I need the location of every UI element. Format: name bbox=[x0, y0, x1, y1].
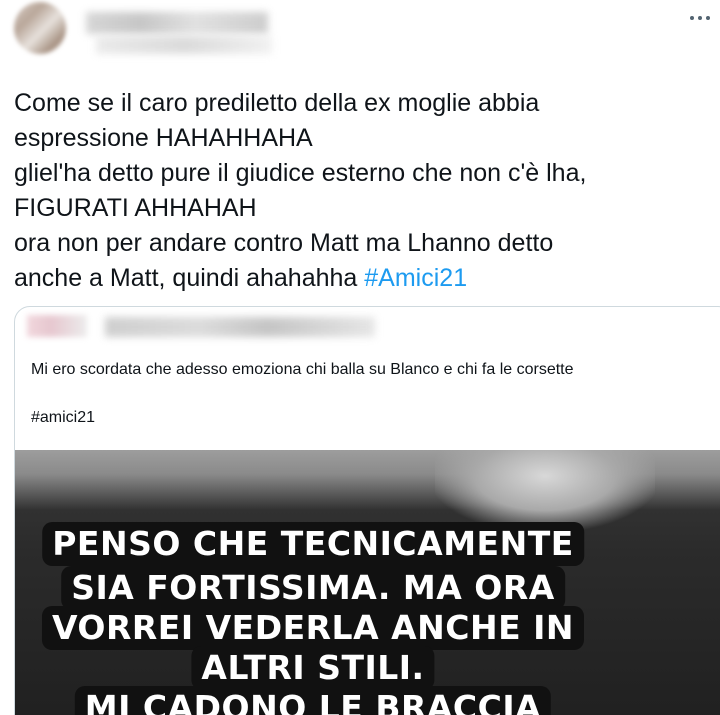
caption-line: ALTRI STILI. bbox=[191, 646, 435, 690]
quoted-tweet-image[interactable]: PENSO CHE TECNICAMENTE SIA FORTISSIMA. M… bbox=[15, 450, 720, 715]
quoted-tweet-header bbox=[15, 307, 720, 347]
tweet-text-line: anche a Matt, quindi ahahahha bbox=[14, 264, 365, 292]
caption-line: MI CADONO LE BRACCIA bbox=[74, 686, 552, 715]
quoted-author-avatar-redacted bbox=[27, 315, 87, 337]
more-horizontal-icon[interactable] bbox=[688, 6, 712, 30]
quoted-tweet-card[interactable]: Mi ero scordata che adesso emoziona chi … bbox=[14, 306, 720, 715]
caption-line: SIA FORTISSIMA. MA ORA bbox=[61, 566, 565, 610]
tweet-text-line: FIGURATI AHHAHAH bbox=[14, 194, 257, 222]
tweet-text-line: espressione HAHAHHAHA bbox=[14, 124, 313, 152]
tweet-header bbox=[0, 0, 720, 64]
author-name-redacted[interactable] bbox=[86, 12, 268, 34]
quoted-tweet-hashtag[interactable]: #amici21 bbox=[31, 407, 95, 429]
quoted-author-name-redacted bbox=[105, 317, 375, 337]
tweet-text: Come se il caro prediletto della ex mogl… bbox=[14, 86, 714, 296]
image-highlight bbox=[435, 450, 655, 530]
hashtag-link[interactable]: #Amici21 bbox=[364, 264, 467, 292]
author-handle-redacted bbox=[96, 36, 272, 54]
caption-line: VORREI VEDERLA ANCHE IN bbox=[41, 606, 585, 650]
tweet-text-line: gliel'ha detto pure il giudice esterno c… bbox=[14, 159, 587, 187]
avatar[interactable] bbox=[14, 2, 66, 54]
tweet-text-line: Come se il caro prediletto della ex mogl… bbox=[14, 89, 540, 117]
caption-line: PENSO CHE TECNICAMENTE bbox=[42, 522, 584, 566]
tweet-text-line: ora non per andare contro Matt ma Lhanno… bbox=[14, 229, 554, 257]
quoted-tweet-text: Mi ero scordata che adesso emoziona chi … bbox=[31, 361, 574, 378]
